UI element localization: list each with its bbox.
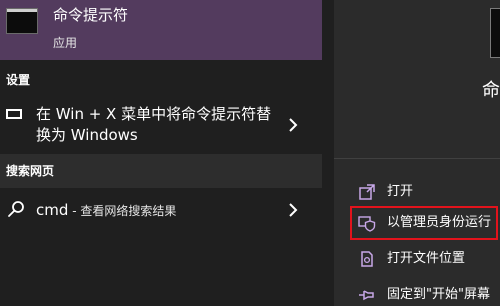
web-section-header: 搜索网页: [0, 154, 322, 188]
pin-to-start-action[interactable]: 固定到"开始"屏幕: [334, 279, 500, 306]
search-icon: [8, 201, 24, 217]
app-type: 应用: [53, 36, 78, 50]
web-search-result-item[interactable]: cmd - 查看网络搜索结果: [0, 192, 322, 228]
search-results-panel: 命令提示符 应用 设置 在 Win + X 菜单中将命令提示符替换为 Windo…: [0, 0, 322, 306]
app-preview-header: 命: [334, 0, 500, 158]
settings-section-header: 设置: [6, 73, 31, 87]
chevron-right-icon[interactable]: [288, 117, 298, 133]
pin-to-start-label: 固定到"开始"屏幕: [387, 287, 490, 302]
start-search-screen: 命令提示符 应用 设置 在 Win + X 菜单中将命令提示符替换为 Windo…: [0, 0, 500, 306]
settings-result-item[interactable]: 在 Win + X 菜单中将命令提示符替换为 Windows: [0, 100, 322, 150]
highlight-box: [350, 206, 498, 240]
web-search-suffix: - 查看网络搜索结果: [68, 204, 177, 218]
app-name: 命令提示符: [53, 6, 129, 24]
divider: [334, 158, 500, 159]
preview-app-title: 命: [482, 80, 500, 101]
open-file-location-action[interactable]: 打开文件位置: [334, 243, 500, 275]
command-prompt-large-icon: [490, 8, 500, 58]
web-search-query: cmd: [36, 201, 69, 219]
command-prompt-icon: [6, 8, 38, 34]
file-location-icon: [361, 251, 373, 267]
pin-icon: [359, 290, 374, 301]
open-file-location-label: 打开文件位置: [387, 251, 466, 266]
open-action[interactable]: 打开: [334, 176, 500, 208]
web-search-text: cmd - 查看网络搜索结果: [36, 200, 176, 221]
best-match-item[interactable]: 命令提示符 应用: [0, 0, 322, 60]
open-action-label: 打开: [387, 184, 414, 199]
settings-result-label: 在 Win + X 菜单中将命令提示符替换为 Windows: [36, 105, 272, 144]
app-preview-panel: 命 打开 以管理员身份运行 打开文件位置 固定到"开始"屏幕: [334, 0, 500, 306]
open-icon: [359, 184, 375, 200]
chevron-right-icon[interactable]: [288, 202, 298, 218]
monitor-icon: [6, 109, 22, 119]
